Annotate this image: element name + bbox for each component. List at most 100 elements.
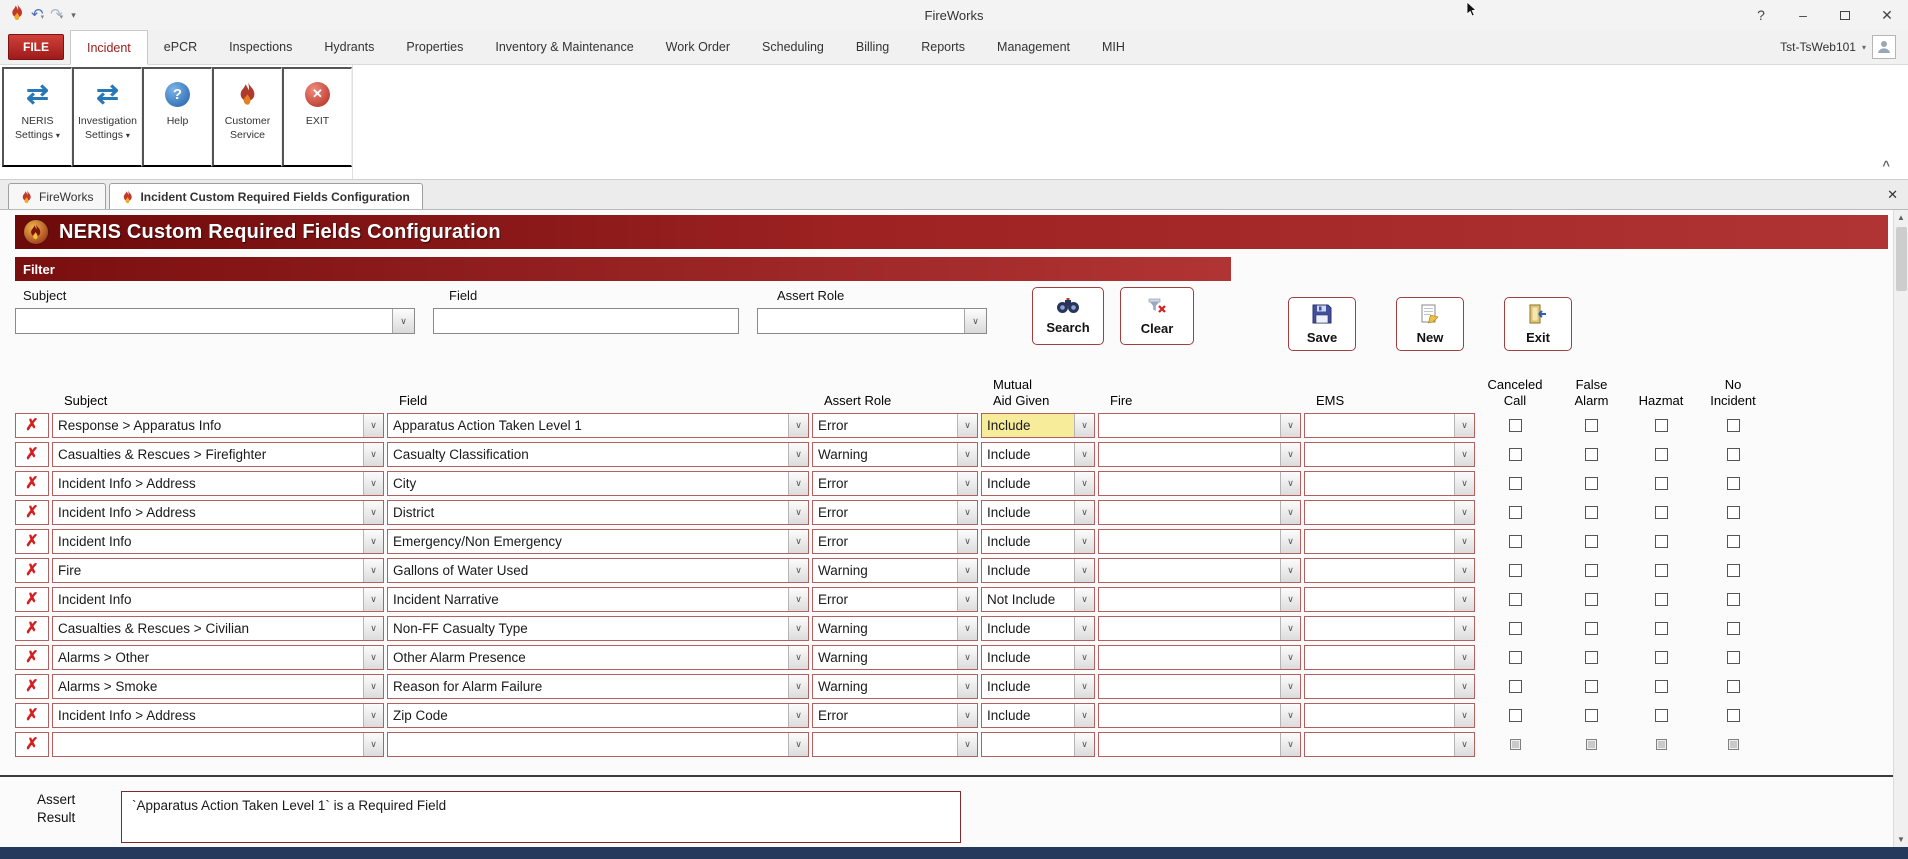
chevron-down-icon[interactable]: ∨	[957, 704, 977, 727]
subject-select[interactable]: Casualties & Rescues > Civilian ∨	[52, 616, 384, 641]
chevron-down-icon[interactable]: ∨	[1074, 733, 1094, 756]
chevron-down-icon[interactable]: ∨	[1074, 472, 1094, 495]
new-button[interactable]: New	[1396, 297, 1464, 351]
fire-select[interactable]: ∨	[1098, 587, 1301, 612]
ems-select[interactable]: ∨	[1304, 732, 1475, 757]
field-select[interactable]: Zip Code ∨	[387, 703, 809, 728]
no-incident-checkbox[interactable]	[1727, 448, 1740, 461]
undo-button[interactable]: ↶▾	[31, 6, 44, 24]
subject-select[interactable]: Alarms > Smoke ∨	[52, 674, 384, 699]
no-incident-checkbox[interactable]	[1727, 506, 1740, 519]
assert-role-select[interactable]: Warning ∨	[812, 616, 978, 641]
field-select[interactable]: Incident Narrative ∨	[387, 587, 809, 612]
subject-select[interactable]: Incident Info > Address ∨	[52, 471, 384, 496]
assert-role-select[interactable]: Error ∨	[812, 529, 978, 554]
chevron-down-icon[interactable]: ∨	[392, 309, 414, 333]
field-select[interactable]: District ∨	[387, 500, 809, 525]
customer-service-button[interactable]: Customer Service	[212, 67, 282, 167]
chevron-down-icon[interactable]: ∨	[1454, 704, 1474, 727]
exit-ribbon-button[interactable]: ✕ EXIT	[282, 67, 352, 167]
chevron-down-icon[interactable]: ∨	[1280, 733, 1300, 756]
subject-select[interactable]: Incident Info > Address ∨	[52, 703, 384, 728]
fire-select[interactable]: ∨	[1098, 471, 1301, 496]
chevron-down-icon[interactable]: ∨	[1454, 559, 1474, 582]
chevron-down-icon[interactable]: ∨	[1074, 501, 1094, 524]
hazmat-checkbox[interactable]	[1655, 564, 1668, 577]
assert-role-select[interactable]: ∨	[812, 732, 978, 757]
menu-tab-billing[interactable]: Billing	[840, 30, 905, 64]
assert-role-select[interactable]: Error ∨	[812, 703, 978, 728]
mutual-aid-given-select[interactable]: Include ∨	[981, 413, 1095, 438]
exit-button[interactable]: Exit	[1504, 297, 1572, 351]
chevron-down-icon[interactable]: ∨	[788, 588, 808, 611]
field-select[interactable]: Reason for Alarm Failure ∨	[387, 674, 809, 699]
no-incident-checkbox[interactable]	[1727, 477, 1740, 490]
subject-select[interactable]: Incident Info > Address ∨	[52, 500, 384, 525]
chevron-down-icon[interactable]: ∨	[363, 530, 383, 553]
subject-select[interactable]: ∨	[52, 732, 384, 757]
false-alarm-checkbox[interactable]	[1585, 564, 1598, 577]
mutual-aid-given-select[interactable]: Include ∨	[981, 703, 1095, 728]
ems-select[interactable]: ∨	[1304, 703, 1475, 728]
menu-tab-properties[interactable]: Properties	[390, 30, 479, 64]
field-select[interactable]: Other Alarm Presence ∨	[387, 645, 809, 670]
chevron-down-icon[interactable]: ∨	[363, 443, 383, 466]
fire-select[interactable]: ∨	[1098, 442, 1301, 467]
fire-select[interactable]: ∨	[1098, 500, 1301, 525]
chevron-down-icon[interactable]: ∨	[1454, 646, 1474, 669]
canceled-call-checkbox[interactable]	[1509, 709, 1522, 722]
chevron-down-icon[interactable]: ∨	[1074, 704, 1094, 727]
delete-row-button[interactable]: ✗	[15, 645, 49, 670]
neris-settings-button[interactable]: ⇄ NERIS Settings ▾	[2, 67, 72, 167]
assert-role-select[interactable]: Warning ∨	[812, 558, 978, 583]
hazmat-checkbox[interactable]	[1655, 535, 1668, 548]
menu-tab-scheduling[interactable]: Scheduling	[746, 30, 840, 64]
ems-select[interactable]: ∨	[1304, 674, 1475, 699]
chevron-down-icon[interactable]: ∨	[1074, 559, 1094, 582]
chevron-down-icon[interactable]: ∨	[788, 472, 808, 495]
field-select[interactable]: Gallons of Water Used ∨	[387, 558, 809, 583]
close-tab-button[interactable]: ✕	[1887, 187, 1898, 203]
chevron-down-icon[interactable]: ∨	[1280, 414, 1300, 437]
canceled-call-checkbox[interactable]	[1509, 622, 1522, 635]
false-alarm-checkbox[interactable]	[1585, 448, 1598, 461]
chevron-down-icon[interactable]: ∨	[957, 733, 977, 756]
chevron-down-icon[interactable]: ∨	[1280, 472, 1300, 495]
search-button[interactable]: Search	[1032, 287, 1104, 345]
hazmat-checkbox[interactable]	[1655, 506, 1668, 519]
scroll-up-button[interactable]: ▲	[1894, 210, 1908, 225]
mutual-aid-given-select[interactable]: Include ∨	[981, 442, 1095, 467]
canceled-call-checkbox[interactable]	[1509, 419, 1522, 432]
ems-select[interactable]: ∨	[1304, 616, 1475, 641]
chevron-down-icon[interactable]: ∨	[1280, 501, 1300, 524]
fire-select[interactable]: ∨	[1098, 529, 1301, 554]
mutual-aid-given-select[interactable]: Include ∨	[981, 674, 1095, 699]
delete-row-button[interactable]: ✗	[15, 500, 49, 525]
ems-select[interactable]: ∨	[1304, 558, 1475, 583]
canceled-call-checkbox[interactable]	[1510, 739, 1521, 750]
filter-assert-role-select[interactable]: ∨	[757, 308, 987, 334]
mutual-aid-given-select[interactable]: Include ∨	[981, 645, 1095, 670]
assert-role-select[interactable]: Warning ∨	[812, 645, 978, 670]
chevron-down-icon[interactable]: ∨	[1454, 588, 1474, 611]
assert-role-select[interactable]: Error ∨	[812, 471, 978, 496]
canceled-call-checkbox[interactable]	[1509, 680, 1522, 693]
chevron-down-icon[interactable]: ∨	[363, 501, 383, 524]
false-alarm-checkbox[interactable]	[1585, 593, 1598, 606]
collapse-ribbon-button[interactable]: ^	[1882, 158, 1890, 173]
chevron-down-icon[interactable]: ∨	[363, 559, 383, 582]
chevron-down-icon[interactable]: ∨	[363, 617, 383, 640]
ems-select[interactable]: ∨	[1304, 413, 1475, 438]
chevron-down-icon[interactable]: ∨	[1454, 675, 1474, 698]
subject-select[interactable]: Response > Apparatus Info ∨	[52, 413, 384, 438]
chevron-down-icon[interactable]: ∨	[957, 501, 977, 524]
delete-row-button[interactable]: ✗	[15, 471, 49, 496]
menu-tab-mih[interactable]: MIH	[1086, 30, 1141, 64]
mutual-aid-given-select[interactable]: ∨	[981, 732, 1095, 757]
chevron-down-icon[interactable]: ∨	[1454, 530, 1474, 553]
fire-select[interactable]: ∨	[1098, 674, 1301, 699]
delete-row-button[interactable]: ✗	[15, 703, 49, 728]
field-select[interactable]: Non-FF Casualty Type ∨	[387, 616, 809, 641]
ems-select[interactable]: ∨	[1304, 500, 1475, 525]
menu-tab-incident[interactable]: Incident	[70, 30, 148, 65]
